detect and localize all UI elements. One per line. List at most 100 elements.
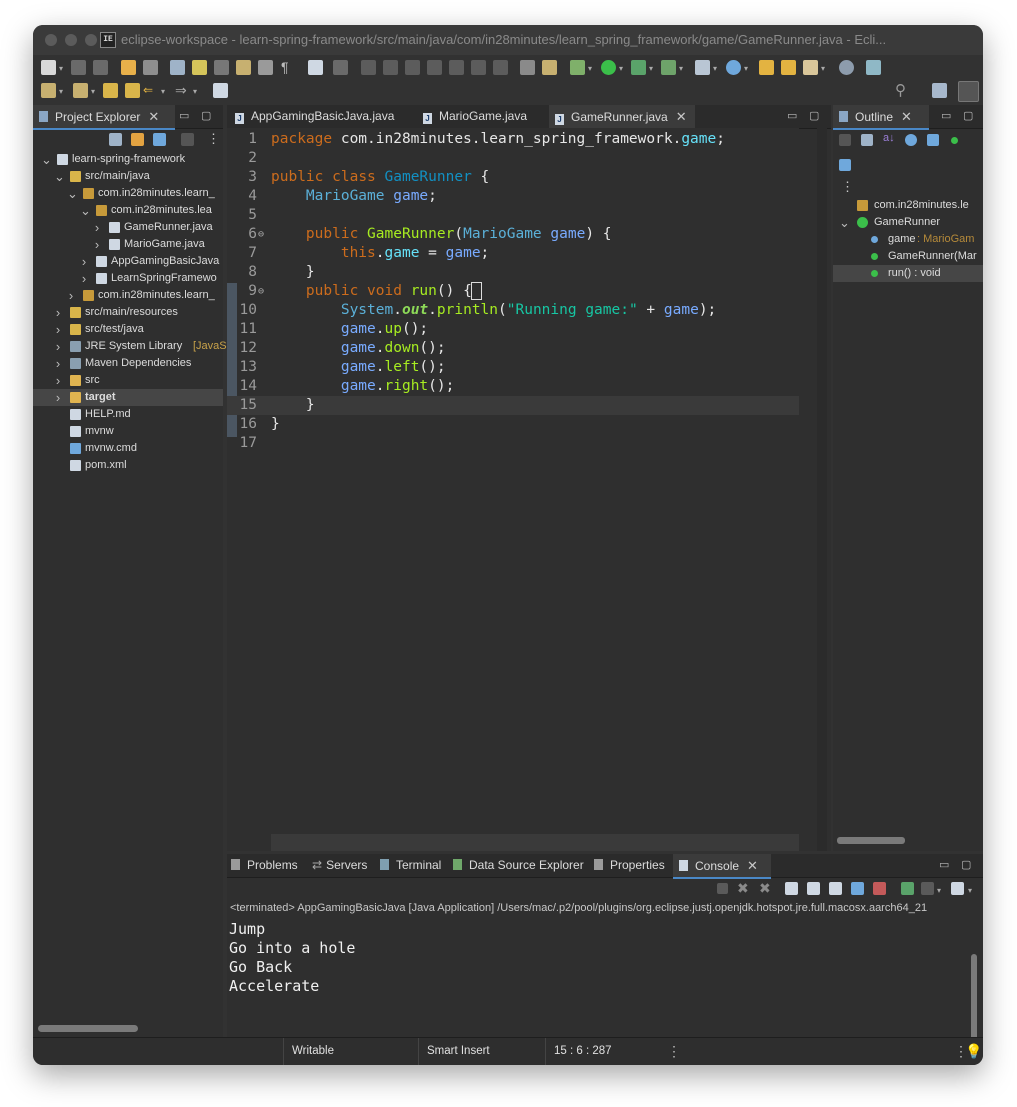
tree-item[interactable]: ⌄ com.in28minutes.learn_ [33,185,223,202]
chevron-down-icon[interactable]: ▾ [744,64,748,73]
chevron-down-icon[interactable]: ▾ [713,64,717,73]
code-line[interactable]: 15 } [227,396,799,415]
tab-console[interactable]: Console ✕ [673,854,771,879]
run-icon[interactable] [601,60,616,75]
chevron-right-icon[interactable]: › [54,321,62,338]
tab-problems[interactable]: Problems [231,854,298,877]
close-icon[interactable]: ✕ [676,109,687,124]
search-tool-icon[interactable] [803,60,818,75]
hide-fields-icon[interactable] [905,134,917,146]
pilcrow-icon[interactable]: ¶ [281,60,296,75]
last-edit-location-icon[interactable] [103,83,118,98]
word-wrap-icon[interactable] [236,60,251,75]
tree-item[interactable]: › src/test/java [33,321,223,338]
tree-item[interactable]: mvnw [33,423,223,440]
tree-item[interactable]: › target [33,389,223,406]
close-icon[interactable]: ✕ [747,858,758,873]
fold-icon[interactable]: ⊖ [258,282,264,301]
tab-gamerunner[interactable]: J GameRunner.java ✕ [549,105,695,130]
scroll-lock-icon[interactable] [807,882,820,895]
chevron-right-icon[interactable]: › [54,338,62,355]
tree-item[interactable]: › MarioGame.java [33,236,223,253]
chevron-down-icon[interactable]: ▾ [59,64,63,73]
redo-icon[interactable] [143,60,158,75]
lightbulb-icon[interactable]: 💡 [965,1043,982,1060]
chevron-down-icon[interactable]: ▾ [821,64,825,73]
tree-item[interactable]: ⌄ learn-spring-framework [33,151,223,168]
tree-item[interactable]: mvnw.cmd [33,440,223,457]
zoom-window-button[interactable] [85,34,97,46]
open-task-icon[interactable] [781,60,796,75]
search-icon[interactable]: ⚲ [895,81,906,99]
outline-scrollbar[interactable] [837,837,905,844]
new-java-project-icon[interactable] [695,60,710,75]
console-scrollbar[interactable] [971,954,977,1042]
outline-item[interactable]: com.in28minutes.le [833,197,983,214]
step-into-icon[interactable] [449,60,464,75]
undo-icon[interactable] [121,60,136,75]
link-with-editor-icon[interactable] [131,133,144,146]
tree-item[interactable]: › LearnSpringFramewo [33,270,223,287]
toggle-breadcrumb-icon[interactable] [170,60,185,75]
chevron-right-icon[interactable]: › [93,236,101,253]
chevron-down-icon[interactable]: ⌄ [80,202,91,219]
open-type-icon[interactable] [759,60,774,75]
maximize-icon[interactable]: ▢ [961,858,971,871]
chevron-right-icon[interactable]: › [54,389,62,406]
new-class-icon[interactable] [726,60,741,75]
show-whitespace-icon[interactable] [258,60,273,75]
coverage-icon[interactable] [631,60,646,75]
console-output[interactable]: Jump Go into a hole Go Back Accelerate [229,920,959,1030]
collapse-all-icon[interactable] [861,134,873,146]
code-editor[interactable]: 1 package com.in28minutes.learn_spring_fr… [227,128,799,834]
outline-item[interactable]: run() : void [833,265,983,282]
status-insert-mode[interactable]: Smart Insert [418,1038,547,1065]
suspend-icon[interactable] [383,60,398,75]
code-line[interactable]: 9 ⊖ public void run() { [227,282,799,301]
code-line[interactable]: 1 package com.in28minutes.learn_spring_fr… [227,130,799,149]
remove-launch-icon[interactable]: ✖ [737,880,749,897]
chevron-down-icon[interactable]: ▾ [193,87,197,96]
outline-item[interactable]: game : MarioGam [833,231,983,248]
hide-nonpublic-icon[interactable] [951,137,958,144]
tree-item[interactable]: ⌄ src/main/java [33,168,223,185]
step-over-icon[interactable] [471,60,486,75]
code-line[interactable]: 17 [227,434,799,453]
show-on-stdout-icon[interactable] [851,882,864,895]
close-window-button[interactable] [45,34,57,46]
debug-icon[interactable] [570,60,585,75]
chevron-down-icon[interactable]: ⌄ [839,214,850,231]
minimize-window-button[interactable] [65,34,77,46]
maximize-icon[interactable]: ▢ [963,109,973,122]
chevron-down-icon[interactable]: ▾ [59,87,63,96]
minimize-icon[interactable]: ▭ [787,109,797,122]
code-line[interactable]: 7 this.game = game; [227,244,799,263]
previous-annotation-icon[interactable] [73,83,88,98]
code-line[interactable]: 16} [227,415,799,434]
use-step-filters-icon[interactable] [542,60,557,75]
tree-item[interactable]: › src [33,372,223,389]
tab-project-explorer[interactable]: Project Explorer ✕ [33,105,175,130]
tree-item[interactable]: pom.xml [33,457,223,474]
java-perspective-icon[interactable] [958,81,979,102]
disconnect-icon[interactable] [427,60,442,75]
save-icon[interactable] [71,60,86,75]
chevron-right-icon[interactable]: › [54,372,62,389]
view-menu-icon[interactable]: ⋮ [207,131,220,147]
chevron-right-icon[interactable]: › [93,219,101,236]
clear-console-icon[interactable] [785,882,798,895]
code-line[interactable]: 2 [227,149,799,168]
back-icon[interactable] [125,83,140,98]
code-line[interactable]: 6 ⊖ public GameRunner(MarioGame game) { [227,225,799,244]
chevron-right-icon[interactable]: › [67,287,75,304]
run-last-tool-icon[interactable] [661,60,676,75]
chevron-down-icon[interactable]: ▾ [619,64,623,73]
open-console-icon[interactable] [951,882,964,895]
tree-item[interactable]: › JRE System Library [JavaS [33,338,227,355]
status-menu-icon[interactable]: ⋮ [667,1043,681,1060]
mark-occurrences-icon[interactable] [192,60,207,75]
chevron-right-icon[interactable]: › [54,304,62,321]
arrow-left-icon[interactable]: ⇐ [143,83,153,97]
tab-properties[interactable]: Properties [594,854,665,877]
save-all-icon[interactable] [93,60,108,75]
